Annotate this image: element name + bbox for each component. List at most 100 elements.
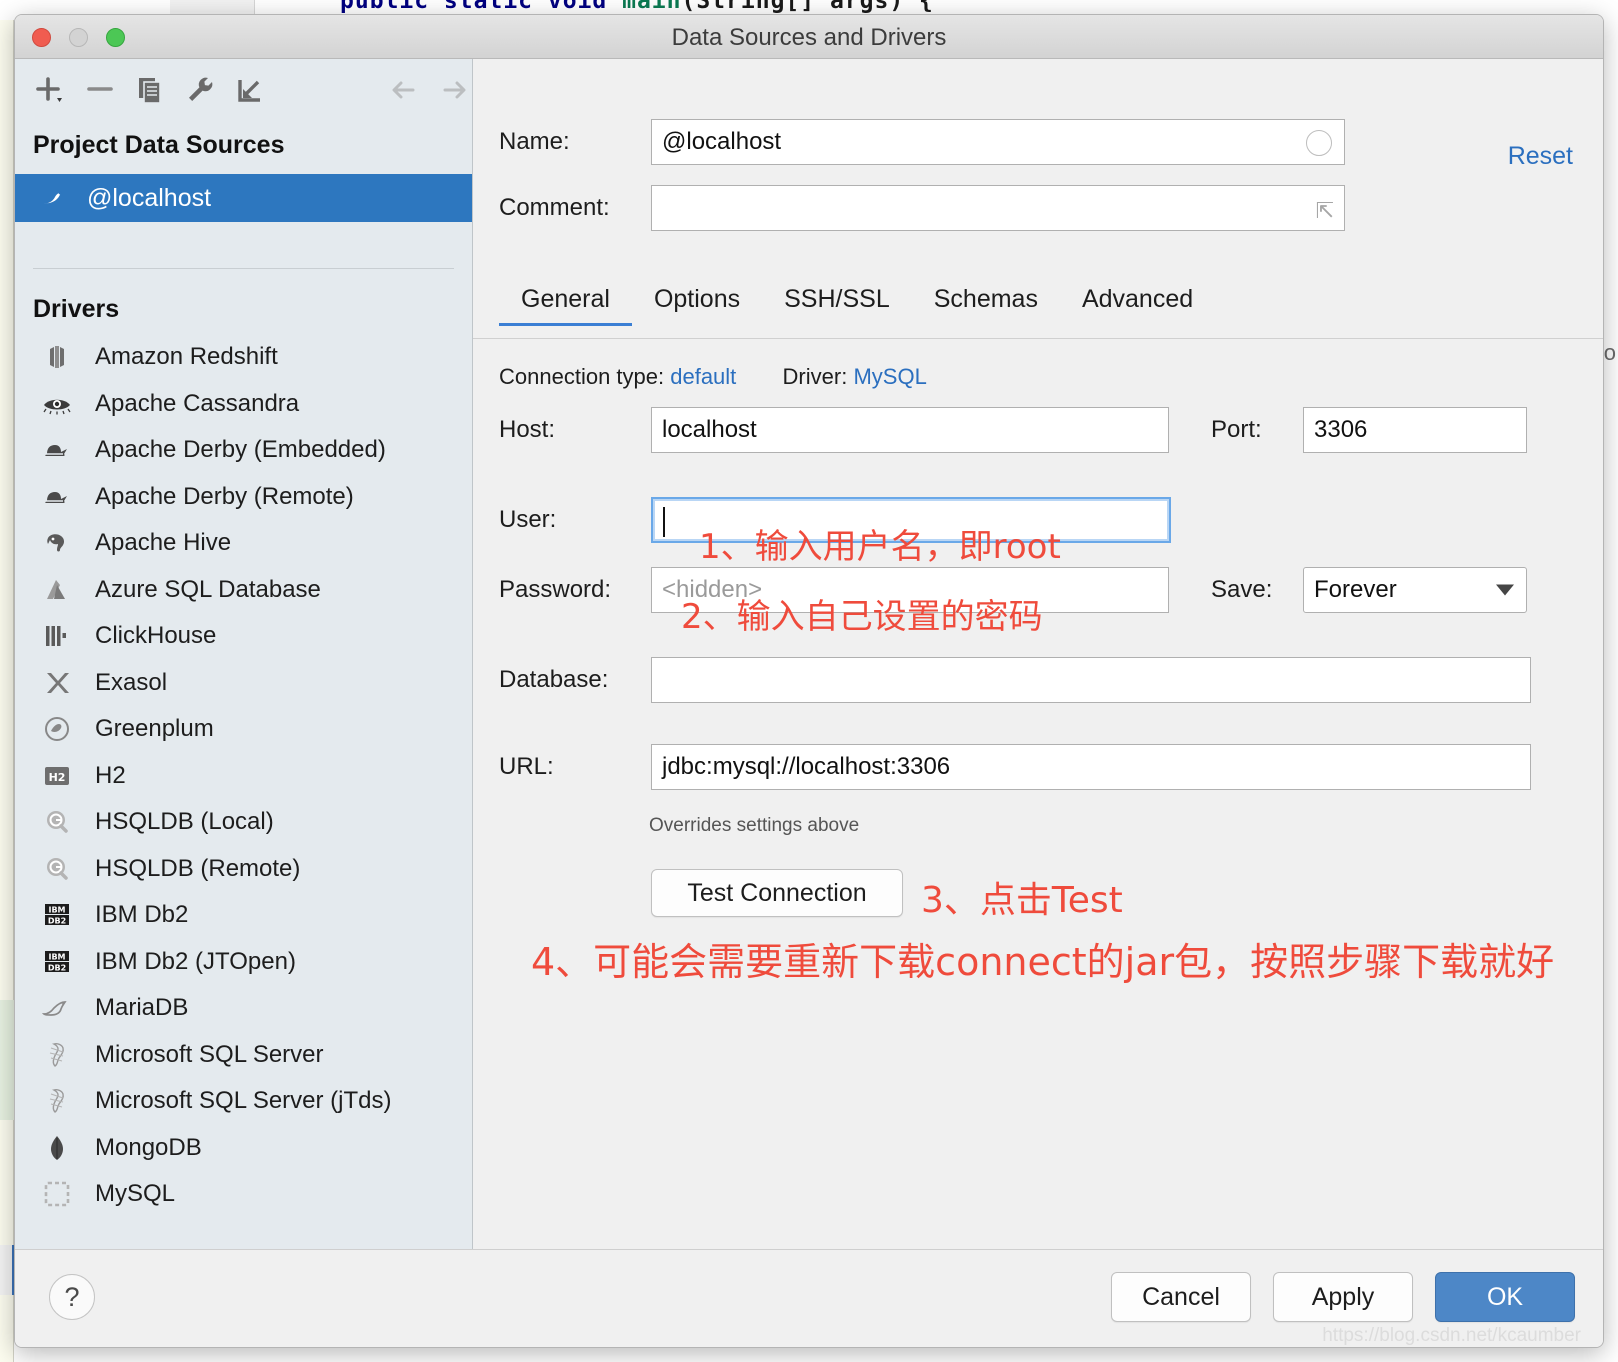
driver-list-item[interactable]: Greenplum: [15, 706, 472, 753]
data-sources-sidebar: Project Data Sources @localhost Drivers …: [15, 59, 473, 1249]
footer-button-group: Cancel Apply OK: [1111, 1272, 1575, 1322]
greenplum-circle-icon: [39, 714, 75, 744]
driver-list-item[interactable]: MongoDB: [15, 1125, 472, 1172]
driver-list-item[interactable]: HSQLDB (Remote): [15, 846, 472, 893]
annotation-step-2: 2、输入自己设置的密码: [681, 597, 1043, 637]
driver-list-item[interactable]: Microsoft SQL Server (jTds): [15, 1078, 472, 1125]
text-caret: [663, 507, 665, 537]
connection-type-row: Connection type: default Driver: MySQL: [499, 364, 927, 390]
driver-list-item-label: MySQL: [95, 1180, 176, 1208]
name-input-value: @localhost: [662, 128, 782, 155]
test-connection-button[interactable]: Test Connection: [651, 869, 903, 917]
tab-schemas[interactable]: Schemas: [912, 281, 1060, 326]
driver-list-item[interactable]: ClickHouse: [15, 613, 472, 660]
mssql-icon: [39, 1086, 75, 1116]
driver-list-item[interactable]: Microsoft SQL Server: [15, 1032, 472, 1079]
tab-general[interactable]: General: [499, 281, 632, 326]
svg-text:IBM: IBM: [48, 906, 65, 915]
driver-label: Driver:: [782, 364, 848, 389]
driver-list-item[interactable]: MariaDB: [15, 985, 472, 1032]
cancel-button[interactable]: Cancel: [1111, 1272, 1251, 1322]
name-input[interactable]: @localhost: [651, 119, 1345, 165]
driver-list-item[interactable]: H2 H2: [15, 753, 472, 800]
port-input-value: 3306: [1314, 416, 1368, 443]
redshift-icon: [39, 342, 75, 372]
details-tabs[interactable]: General Options SSH/SSL Schemas Advanced: [499, 281, 1215, 326]
driver-list-item[interactable]: Apache Hive: [15, 520, 472, 567]
expand-editor-icon[interactable]: ⇱: [1316, 198, 1334, 224]
sidebar-item-label: @localhost: [87, 183, 212, 212]
driver-list-item-label: HSQLDB (Remote): [95, 854, 301, 882]
tab-ssh-ssl[interactable]: SSH/SSL: [762, 281, 912, 326]
driver-list-item-label: Microsoft SQL Server: [95, 1040, 324, 1068]
editor-left-strip: [0, 20, 14, 1362]
tabs-underline: [473, 338, 1603, 339]
database-input[interactable]: [651, 657, 1531, 703]
save-select[interactable]: Forever: [1303, 567, 1527, 613]
navigate-back-button[interactable]: [387, 73, 421, 107]
tab-advanced[interactable]: Advanced: [1060, 281, 1215, 326]
host-input[interactable]: localhost: [651, 407, 1169, 453]
driver-list-item[interactable]: Apache Derby (Remote): [15, 474, 472, 521]
ok-button[interactable]: OK: [1435, 1272, 1575, 1322]
comment-label: Comment:: [499, 194, 610, 221]
driver-list-item[interactable]: MySQL: [15, 1171, 472, 1218]
navigate-forward-button[interactable]: [437, 73, 471, 107]
svg-text:IBM: IBM: [48, 952, 65, 961]
help-button[interactable]: ?: [49, 1274, 95, 1320]
driver-list-item[interactable]: Apache Derby (Embedded): [15, 427, 472, 474]
tab-options[interactable]: Options: [632, 281, 762, 326]
driver-list-item-label: Apache Hive: [95, 529, 232, 557]
mariadb-seal-icon: [39, 993, 75, 1023]
annotation-step-3: 3、点击Test: [921, 880, 1123, 921]
azure-icon: [39, 575, 75, 605]
connection-type-value-link[interactable]: default: [670, 364, 736, 389]
import-data-sources-button[interactable]: [233, 73, 267, 107]
driver-list-item-label: Amazon Redshift: [95, 343, 278, 371]
editor-left-strip-selection: [0, 1245, 14, 1295]
hsqldb-icon: [39, 807, 75, 837]
driver-list-item-label: ClickHouse: [95, 622, 217, 650]
code-signature: (String[] args) {: [681, 0, 934, 14]
watermark-text: https://blog.csdn.net/kcaumber: [1322, 1325, 1581, 1346]
url-input-value: jdbc:mysql://localhost:3306: [662, 753, 951, 780]
url-label: URL:: [499, 753, 554, 780]
port-input[interactable]: 3306: [1303, 407, 1527, 453]
driver-list-item[interactable]: IBM DB2 IBM Db2: [15, 892, 472, 939]
sidebar-item-localhost[interactable]: @localhost: [15, 174, 472, 222]
ibm-db2-icon: IBM DB2: [39, 900, 75, 930]
driver-list-item[interactable]: Amazon Redshift: [15, 334, 472, 381]
duplicate-data-source-button[interactable]: [133, 73, 167, 107]
apply-button[interactable]: Apply: [1273, 1272, 1413, 1322]
driver-list-item[interactable]: Exasol: [15, 660, 472, 707]
driver-list-item-label: Greenplum: [95, 715, 214, 743]
driver-list-item[interactable]: Azure SQL Database: [15, 567, 472, 614]
driver-value-link[interactable]: MySQL: [853, 364, 926, 389]
driver-list-item[interactable]: Apache Cassandra: [15, 381, 472, 428]
driver-list-item-label: MongoDB: [95, 1133, 202, 1161]
host-row: Host: localhost: [499, 407, 1169, 453]
port-label: Port:: [1211, 416, 1262, 443]
driver-list-item[interactable]: HSQLDB (Local): [15, 799, 472, 846]
url-input[interactable]: jdbc:mysql://localhost:3306: [651, 744, 1531, 790]
add-data-source-button[interactable]: [33, 73, 67, 107]
reset-link[interactable]: Reset: [1508, 142, 1573, 171]
remove-data-source-button[interactable]: [83, 73, 117, 107]
host-label: Host:: [499, 416, 556, 443]
driver-properties-wrench-button[interactable]: [183, 73, 217, 107]
color-picker-circle-icon[interactable]: [1306, 130, 1332, 156]
cassandra-eye-icon: [39, 389, 75, 419]
derby-hat-icon: [39, 482, 75, 512]
svg-text:H2: H2: [49, 771, 66, 784]
h2-icon: H2: [39, 761, 75, 791]
driver-list-item[interactable]: IBM DB2 IBM Db2 (JTOpen): [15, 939, 472, 986]
data-sources-and-drivers-dialog: Data Sources and Drivers Project Data So…: [14, 14, 1604, 1348]
mssql-icon: [39, 1040, 75, 1070]
driver-list-item-label: Apache Cassandra: [95, 389, 300, 417]
driver-list-item-label: Azure SQL Database: [95, 575, 321, 603]
driver-list-item-label: Apache Derby (Remote): [95, 482, 354, 510]
comment-input[interactable]: ⇱: [651, 185, 1345, 231]
svg-text:DB2: DB2: [48, 963, 66, 972]
drivers-list[interactable]: Amazon Redshift Apache Cassandra Apache De…: [15, 334, 472, 1218]
dialog-body: Project Data Sources @localhost Drivers …: [15, 59, 1603, 1249]
